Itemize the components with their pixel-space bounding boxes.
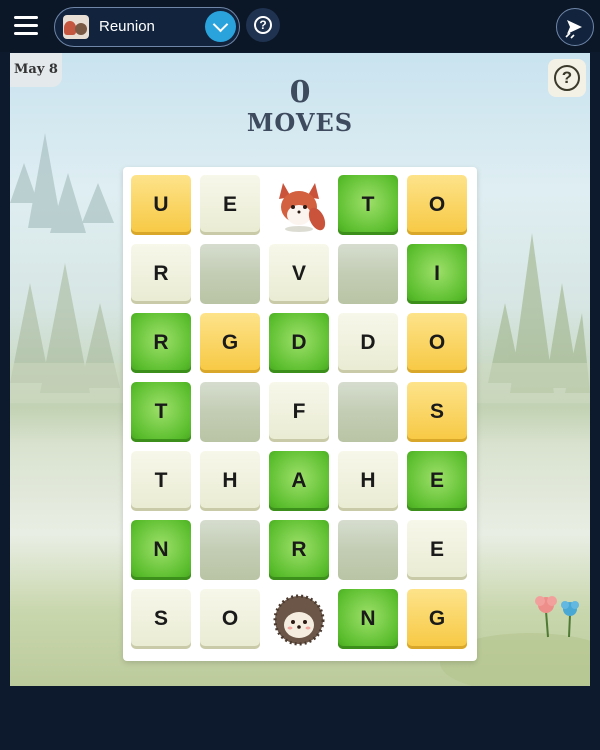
puzzle-name: Reunion: [99, 18, 155, 35]
share-icon: [564, 19, 582, 39]
flowers-decoration: [535, 596, 579, 638]
puzzle-selector[interactable]: Reunion: [54, 7, 240, 47]
help-button[interactable]: ?: [246, 8, 280, 42]
letter-tile[interactable]: A: [269, 451, 329, 511]
letter-tile[interactable]: H: [200, 451, 260, 511]
letter-tile[interactable]: O: [200, 589, 260, 649]
letter-tile[interactable]: H: [338, 451, 398, 511]
letter-tile[interactable]: T: [131, 382, 191, 442]
empty-cell: [338, 520, 398, 580]
letter-tile[interactable]: D: [269, 313, 329, 373]
letter-tile[interactable]: T: [131, 451, 191, 511]
hamburger-icon[interactable]: [14, 16, 38, 36]
letter-tile[interactable]: F: [269, 382, 329, 442]
empty-cell: [200, 382, 260, 442]
hedgehog-icon[interactable]: [269, 589, 329, 649]
question-circle-icon: ?: [254, 16, 272, 34]
empty-cell: [338, 382, 398, 442]
empty-cell: [200, 244, 260, 304]
letter-tile[interactable]: N: [131, 520, 191, 580]
letter-tile[interactable]: D: [338, 313, 398, 373]
letter-tile[interactable]: O: [407, 175, 467, 235]
game-board: UETORVIRGDDOTFSTHAHENRESONG: [123, 167, 477, 661]
letter-tile[interactable]: S: [407, 382, 467, 442]
letter-tile[interactable]: O: [407, 313, 467, 373]
letter-tile[interactable]: I: [407, 244, 467, 304]
empty-cell: [338, 244, 398, 304]
moves-count: 0: [289, 75, 311, 110]
puzzle-thumbnail: [63, 15, 89, 39]
letter-tile[interactable]: R: [131, 313, 191, 373]
letter-tile[interactable]: N: [338, 589, 398, 649]
moves-label: MOVES: [246, 108, 354, 137]
chevron-down-icon[interactable]: [205, 11, 236, 42]
empty-cell: [200, 520, 260, 580]
letter-tile[interactable]: G: [407, 589, 467, 649]
letter-tile[interactable]: S: [131, 589, 191, 649]
letter-tile[interactable]: V: [269, 244, 329, 304]
game-area: May 8 ? 0 MOVES UETORVIRGDDOTFSTHAHENRES…: [10, 53, 590, 686]
letter-tile[interactable]: T: [338, 175, 398, 235]
fox-icon[interactable]: [269, 175, 329, 235]
top-bar: Reunion ?: [0, 0, 600, 52]
letter-tile[interactable]: U: [131, 175, 191, 235]
share-button[interactable]: [556, 8, 594, 46]
letter-tile[interactable]: R: [131, 244, 191, 304]
letter-tile[interactable]: G: [200, 313, 260, 373]
letter-tile[interactable]: E: [407, 451, 467, 511]
letter-tile[interactable]: E: [200, 175, 260, 235]
letter-tile[interactable]: E: [407, 520, 467, 580]
letter-tile[interactable]: R: [269, 520, 329, 580]
